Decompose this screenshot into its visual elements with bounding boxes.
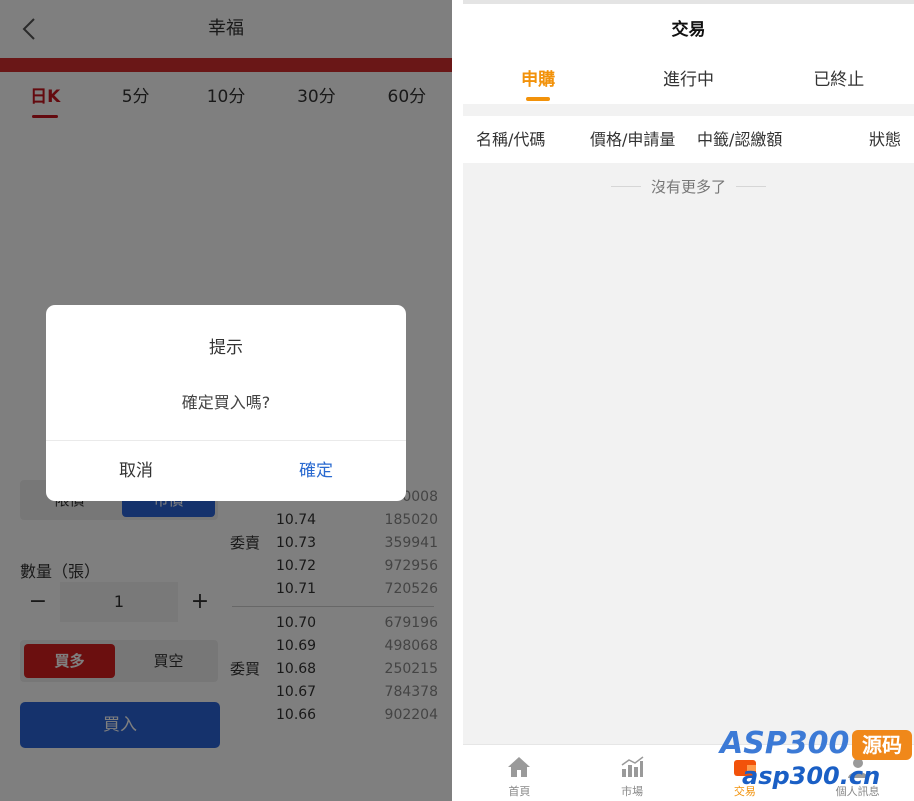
tab-in-progress[interactable]: 進行中 [613, 56, 763, 104]
watermark-logo: ASP300 源码 asp300.cn [720, 724, 914, 801]
cancel-button[interactable]: 取消 [46, 441, 226, 501]
screenshot-root: 幸福 日K 5分 10分 30分 60分 限價 市價 數量（張） − 1 + 買… [0, 0, 914, 801]
table-header: 名稱/代碼 價格/申請量 中籤/認繳額 狀態 [463, 116, 914, 163]
column-allotment-amount: 中籤/認繳額 [697, 130, 783, 149]
column-status: 狀態 [869, 130, 902, 149]
no-more-indicator: 沒有更多了 [463, 176, 914, 198]
dialog-title: 提示 [209, 338, 243, 358]
tab-terminated[interactable]: 已終止 [764, 56, 914, 104]
dialog-message: 確定買入嗎? [181, 393, 271, 412]
column-name-code: 名稱/代碼 [476, 130, 546, 149]
watermark-domain: asp300.cn [742, 762, 881, 790]
confirm-button[interactable]: 確定 [226, 441, 406, 501]
stock-trade-page: 幸福 日K 5分 10分 30分 60分 限價 市價 數量（張） − 1 + 買… [0, 0, 452, 801]
tab-subscription[interactable]: 申購 [463, 56, 613, 104]
page-title: 交易 [463, 4, 914, 56]
no-more-text: 沒有更多了 [650, 178, 726, 196]
column-price-quantity: 價格/申請量 [590, 130, 676, 149]
trade-page: 交易 申購 進行中 已終止 名稱/代碼 價格/申請量 中籤/認繳額 狀態 沒有更… [463, 0, 914, 801]
market-chart-icon [621, 756, 644, 777]
dialog-footer: 取消 確定 [46, 440, 406, 501]
nav-market[interactable]: 市場 [576, 745, 689, 801]
watermark-brand: ASP300 [720, 726, 850, 761]
nav-home[interactable]: 首頁 [463, 745, 576, 801]
home-icon [508, 757, 531, 777]
trade-tabs: 申購 進行中 已終止 [463, 56, 914, 104]
confirm-dialog: 提示 確定買入嗎? 取消 確定 [46, 305, 406, 501]
watermark-badge: 源码 [852, 730, 912, 760]
